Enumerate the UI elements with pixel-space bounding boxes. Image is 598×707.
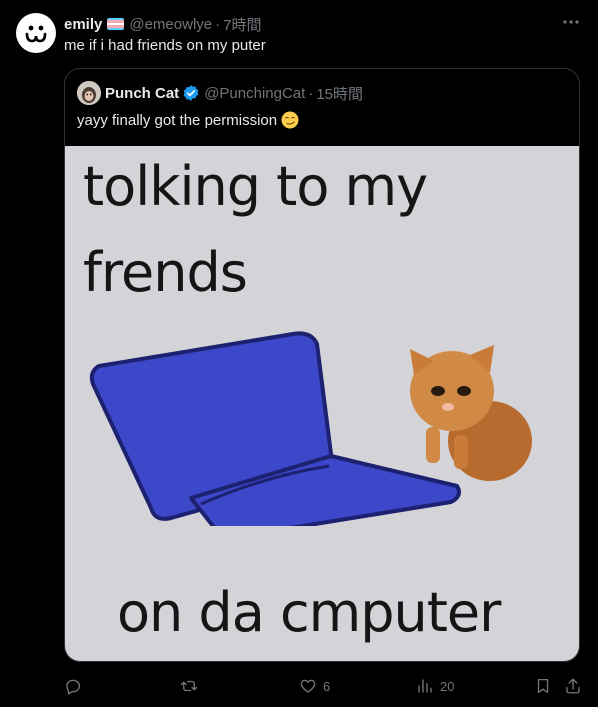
like-count: 6: [323, 678, 331, 694]
smirking-face-emoji-icon: [281, 111, 299, 129]
meme-image[interactable]: tolking to my frends on da cmputer: [65, 146, 579, 661]
quoted-user-handle: @PunchingCat: [204, 84, 306, 102]
tweet-timestamp[interactable]: 7時間: [223, 14, 261, 35]
quoted-timestamp: 15時間: [316, 85, 363, 103]
trans-flag-icon: [107, 18, 125, 30]
user-handle[interactable]: @emeowlye: [129, 16, 212, 33]
tweet-text: me if i had friends on my puter: [64, 37, 266, 54]
cat-face-avatar-icon: [25, 25, 47, 43]
quoted-tweet-text: yayy finally got the permission: [77, 111, 278, 129]
bookmark-icon: [537, 678, 549, 694]
more-horizontal-icon: [563, 20, 579, 24]
user-avatar[interactable]: [16, 13, 56, 53]
monkey-avatar-icon: [77, 81, 101, 105]
meme-caption-line-3: on da cmputer: [117, 581, 501, 644]
quoted-display-name: Punch Cat: [105, 84, 180, 102]
meme-caption-line-2: frends: [83, 241, 248, 304]
separator-dot: ·: [215, 15, 221, 33]
kitten-photo: [410, 345, 532, 481]
verified-badge-icon: [183, 85, 199, 101]
quoted-user-avatar: [77, 81, 101, 105]
share-button[interactable]: [564, 676, 582, 696]
meme-caption-line-1: tolking to my: [83, 155, 428, 218]
reply-icon: [66, 679, 81, 695]
views-bar-chart-icon: [418, 679, 432, 693]
like-button[interactable]: 6: [299, 676, 330, 696]
views-button[interactable]: 20: [416, 676, 454, 696]
quoted-tweet-text-row: yayy finally got the permission: [77, 111, 299, 129]
tweet-header: emily @emeowlye · 7時間: [64, 14, 261, 34]
tweet: emily @emeowlye · 7時間 me if i had friend…: [0, 0, 598, 707]
retweet-icon: [180, 680, 198, 692]
quoted-tweet[interactable]: Punch Cat @PunchingCat · 15時間 yayy final…: [64, 68, 580, 662]
heart-icon: [300, 679, 316, 693]
quoted-separator-dot: ·: [308, 84, 314, 102]
retweet-button[interactable]: [179, 676, 205, 696]
quoted-tweet-header: Punch Cat @PunchingCat · 15時間: [77, 81, 363, 105]
share-icon: [566, 678, 580, 694]
views-count: 20: [440, 678, 455, 694]
more-options-button[interactable]: [560, 12, 582, 32]
reply-button[interactable]: [64, 676, 88, 696]
bookmark-button[interactable]: [534, 676, 552, 696]
display-name[interactable]: emily: [64, 16, 102, 33]
tweet-actions: 6 20: [64, 676, 584, 696]
